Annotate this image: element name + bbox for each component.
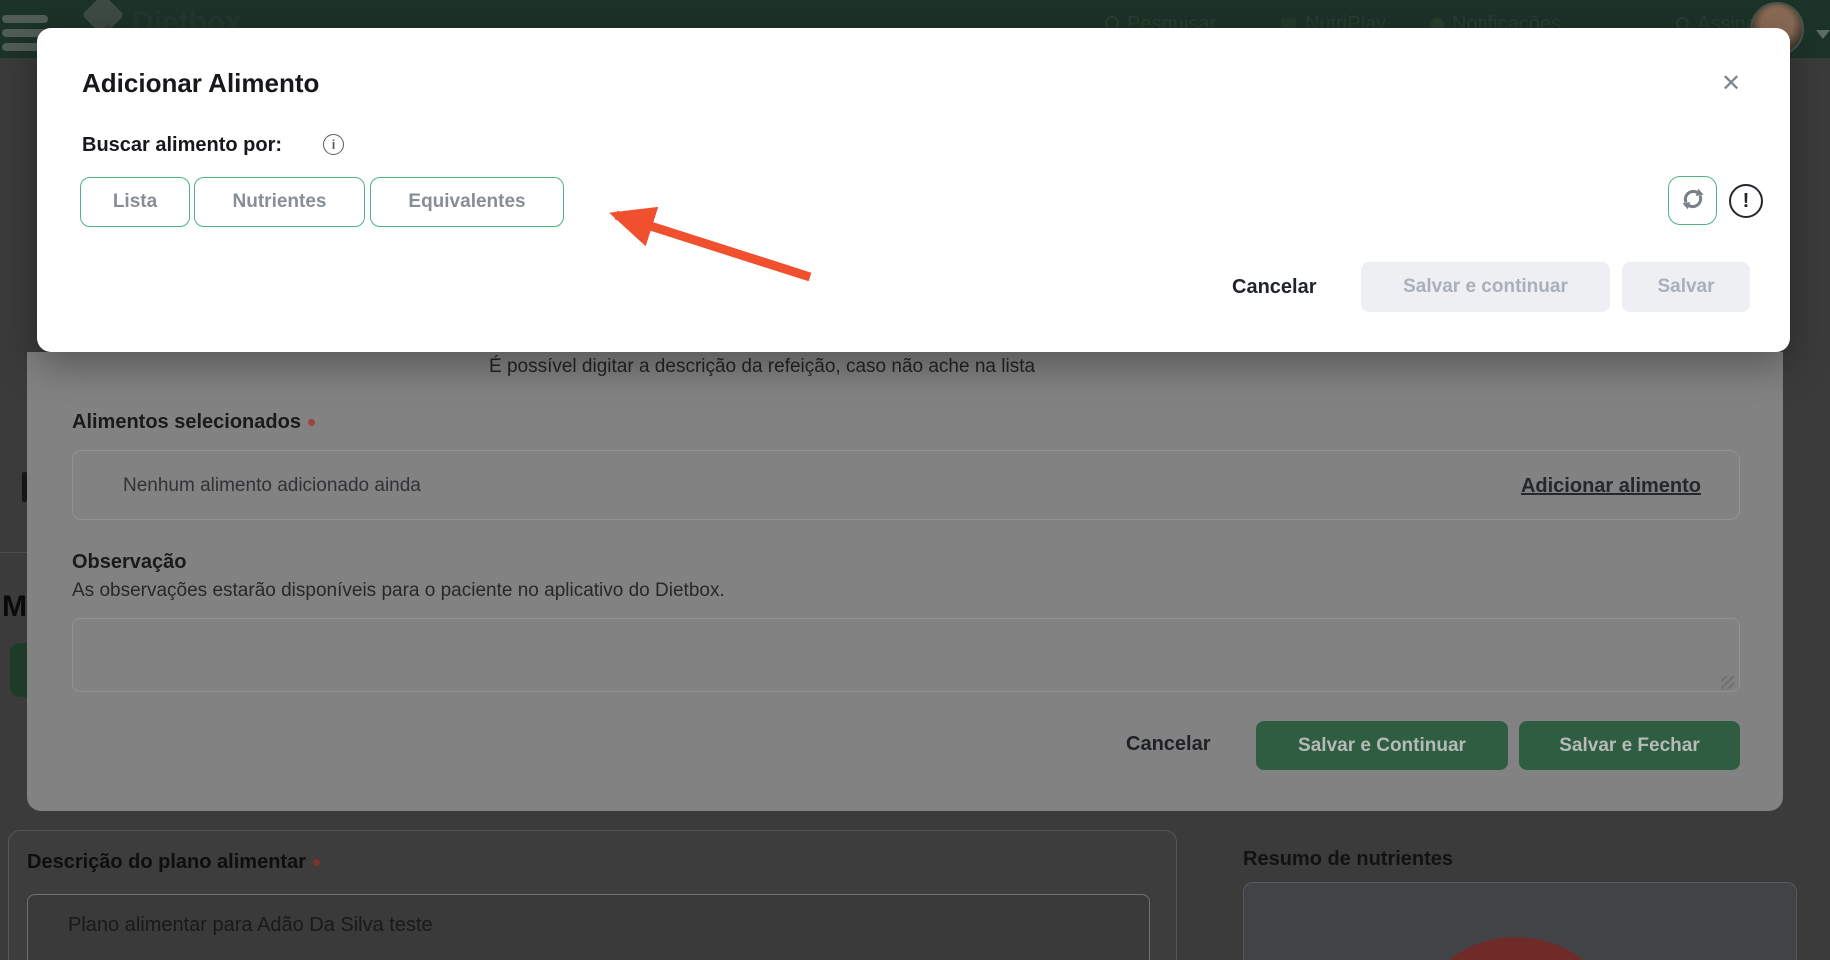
resize-handle-icon[interactable] — [1721, 676, 1734, 689]
meal-modal: É possível digitar a descrição da refeiç… — [27, 352, 1783, 811]
food-cancel-button[interactable]: Cancelar — [1226, 275, 1323, 300]
info-icon[interactable]: i — [323, 134, 344, 155]
refresh-icon — [1682, 188, 1703, 210]
refresh-button[interactable] — [1668, 176, 1717, 225]
selected-foods-label: Alimentos selecionados — [72, 411, 315, 434]
page-partial-button — [10, 643, 27, 697]
observation-textarea[interactable] — [72, 618, 1740, 692]
selected-foods-label-text: Alimentos selecionados — [72, 411, 301, 433]
meal-save-continue-button[interactable]: Salvar e Continuar — [1256, 721, 1508, 770]
add-food-modal: Adicionar Alimento ✕ Buscar alimento por… — [37, 28, 1790, 352]
plan-description-input[interactable] — [27, 894, 1150, 960]
add-food-modal-title: Adicionar Alimento — [82, 68, 320, 98]
tab-equivalentes[interactable]: Equivalentes — [370, 177, 564, 227]
nutrients-summary-card — [1243, 882, 1797, 960]
observation-label: Observação — [72, 551, 187, 573]
meal-hint-text: É possível digitar a descrição da refeiç… — [489, 356, 1036, 377]
tab-nutrientes[interactable]: Nutrientes — [194, 177, 365, 227]
warning-icon[interactable]: ! — [1729, 184, 1763, 218]
screen: Dietbox Pesquisar ▦ NutriPlay Notificaçõe… — [0, 0, 1830, 960]
food-save-button[interactable]: Salvar — [1622, 262, 1750, 312]
observation-help-text: As observações estarão disponíveis para … — [72, 580, 725, 601]
chevron-down-icon[interactable] — [1816, 30, 1830, 39]
meal-save-close-button[interactable]: Salvar e Fechar — [1519, 721, 1740, 770]
tab-lista[interactable]: Lista — [80, 177, 190, 227]
hamburger-menu-icon[interactable] — [2, 15, 48, 23]
meal-cancel-button[interactable]: Cancelar — [1120, 732, 1217, 757]
empty-foods-text: Nenhum alimento adicionado ainda — [123, 475, 421, 496]
nutrients-summary-title: Resumo de nutrientes — [1243, 848, 1454, 870]
required-dot-icon — [307, 419, 315, 427]
plan-description-label-text: Descrição do plano alimentar — [27, 851, 306, 873]
add-food-link[interactable]: Adicionar alimento — [1521, 451, 1701, 521]
selected-foods-box: Nenhum alimento adicionado ainda Adicion… — [72, 450, 1740, 520]
nutrients-pie-chart — [1406, 937, 1626, 960]
search-by-label: Buscar alimento por: — [82, 134, 283, 156]
page-partial-heading: M — [2, 590, 27, 623]
required-dot-icon — [312, 859, 320, 867]
plan-description-label: Descrição do plano alimentar — [27, 851, 320, 874]
food-save-continue-button[interactable]: Salvar e continuar — [1361, 262, 1610, 312]
close-icon[interactable]: ✕ — [1713, 66, 1749, 102]
page-divider — [0, 552, 27, 553]
